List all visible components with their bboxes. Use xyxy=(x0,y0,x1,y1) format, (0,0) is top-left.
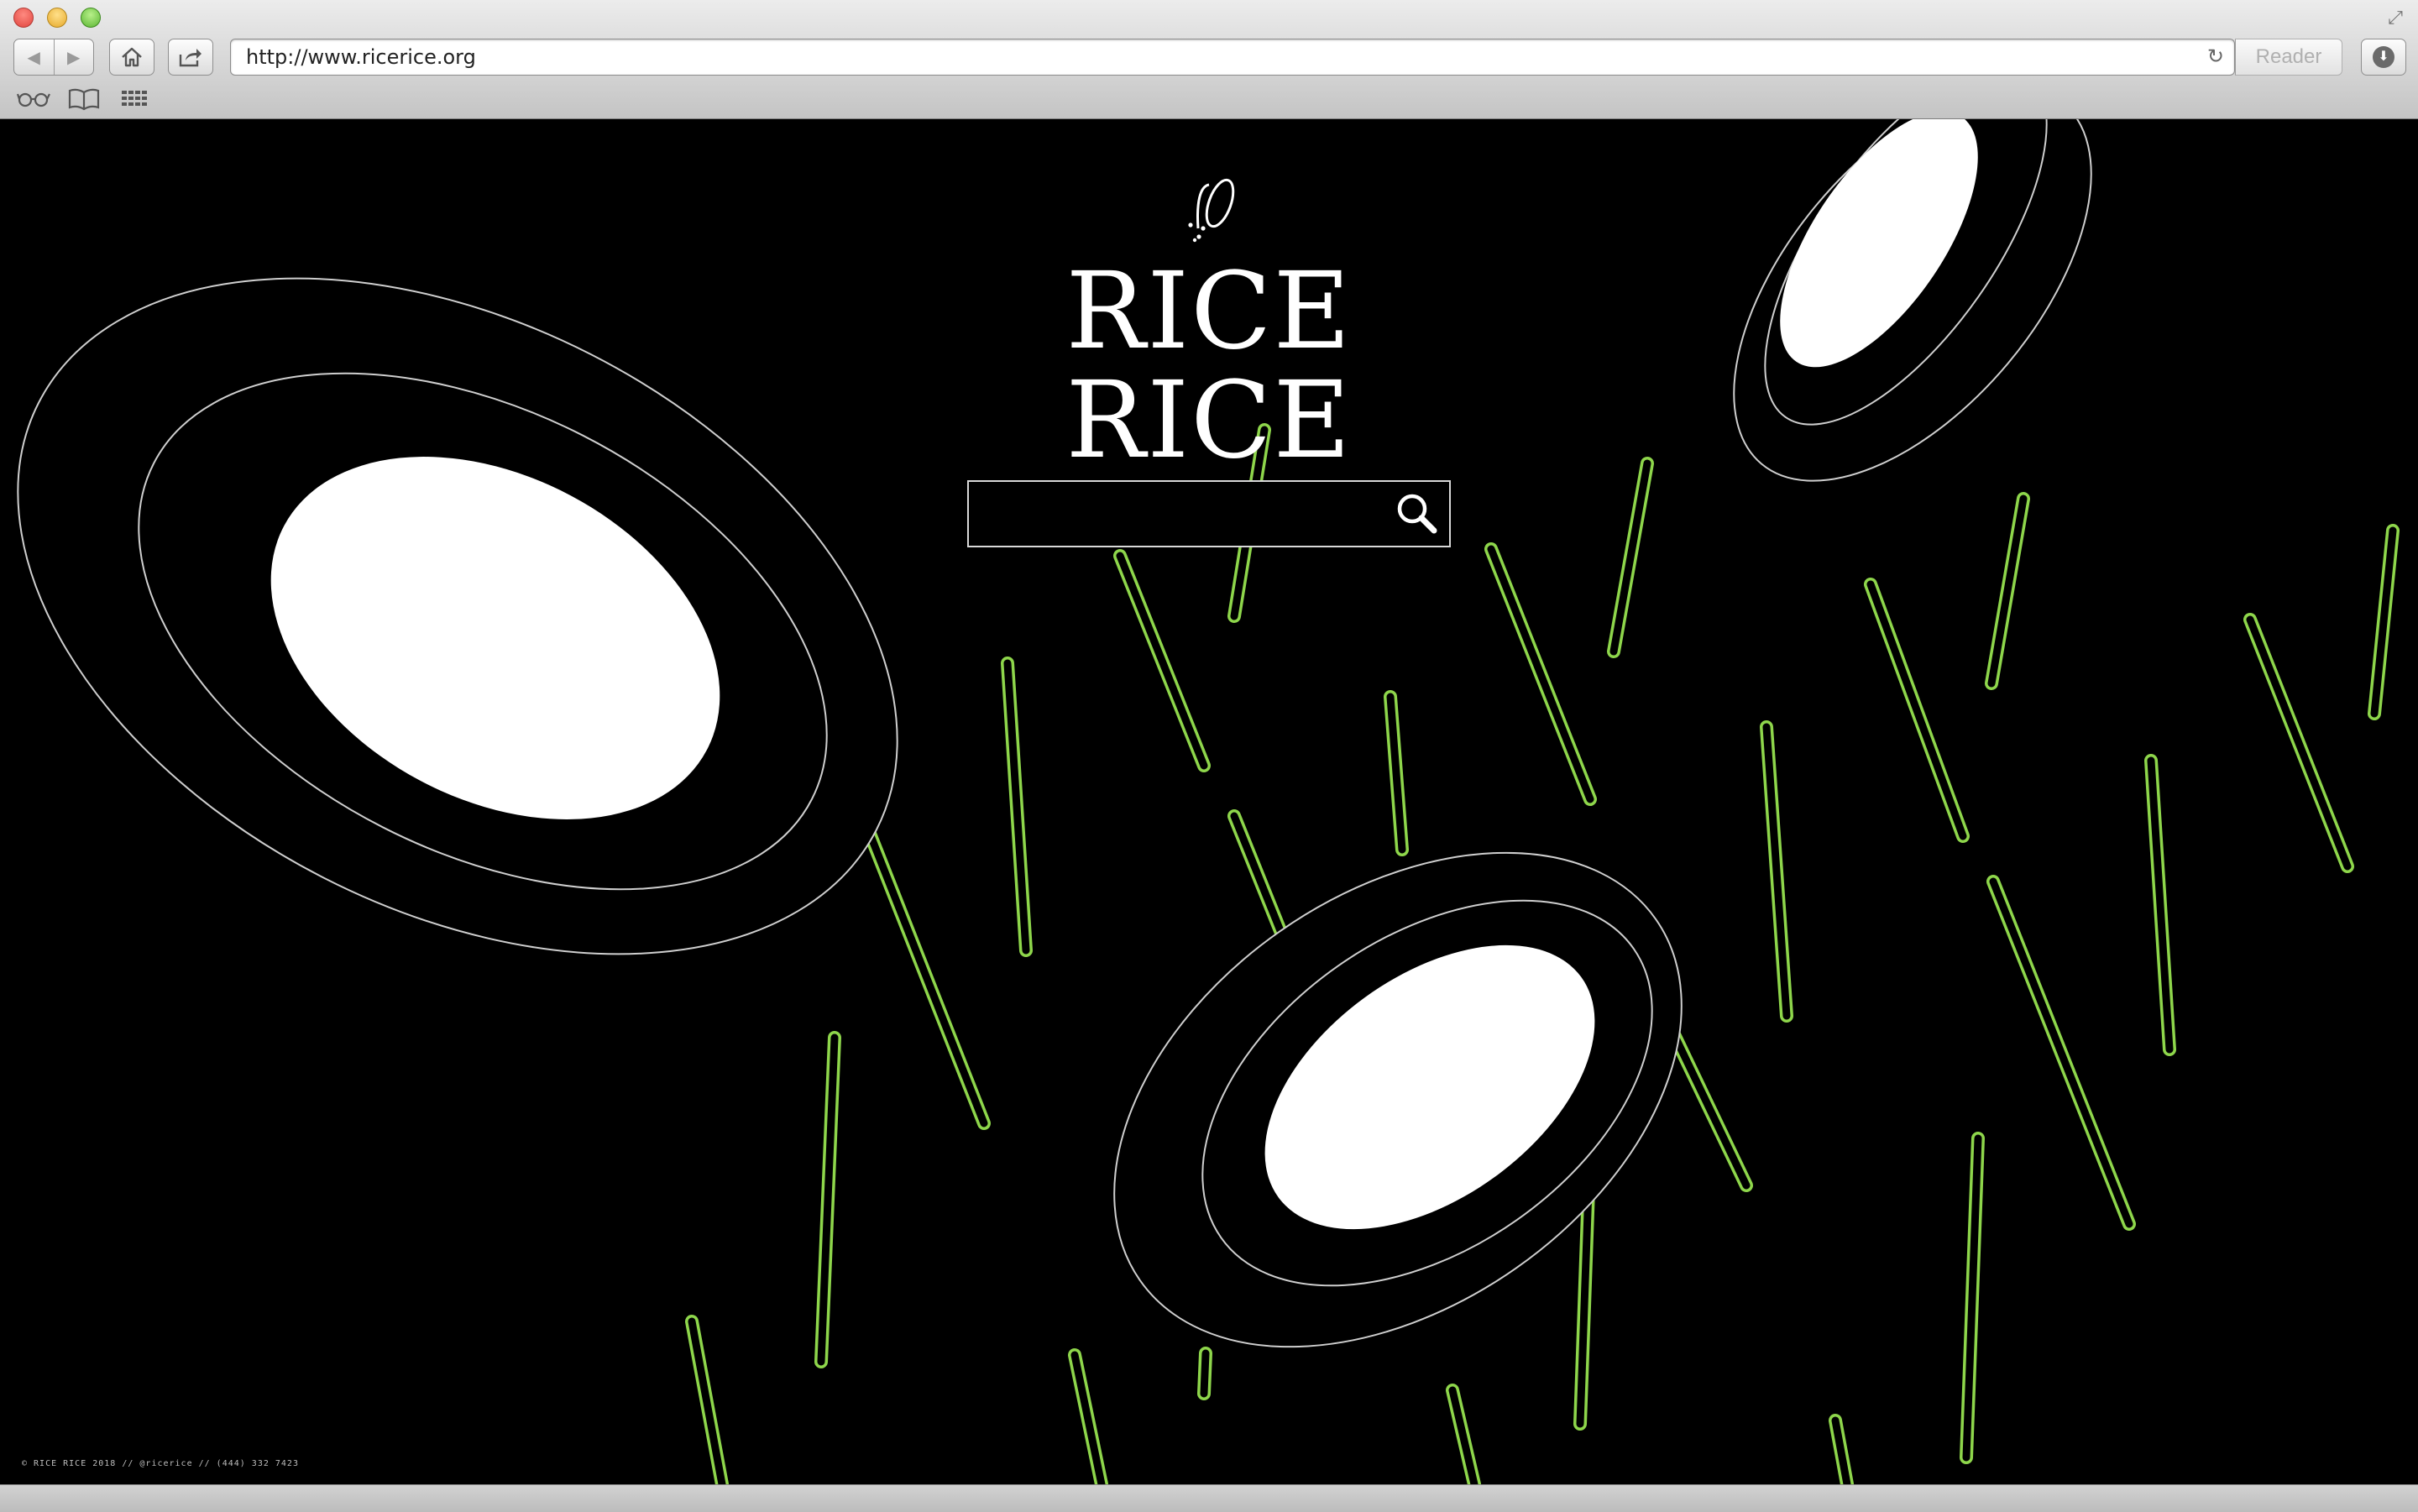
home-icon xyxy=(122,47,142,67)
home-button[interactable] xyxy=(109,39,154,76)
page-viewport: RICE RICE © RICE RICE 2018 // @ricerice … xyxy=(0,119,2418,1484)
bookmarks-icon[interactable] xyxy=(67,84,101,112)
site-header: RICE RICE xyxy=(966,170,1452,493)
address-bar[interactable]: http://www.ricerice.org ↻ xyxy=(230,39,2235,76)
search-icon[interactable] xyxy=(1390,487,1444,541)
share-button[interactable] xyxy=(168,39,213,76)
browser-status-bar xyxy=(0,1484,2418,1512)
back-forward-buttons: ◀ ▶ xyxy=(13,39,94,76)
site-title[interactable]: RICE RICE xyxy=(966,257,1452,475)
footer-text: © RICE RICE 2018 // @ricerice // (444) 3… xyxy=(22,1459,299,1468)
url-text[interactable]: http://www.ricerice.org xyxy=(246,39,476,75)
minimize-window-button[interactable] xyxy=(47,8,67,28)
back-icon[interactable]: ◀ xyxy=(14,47,54,68)
rice-grain-center xyxy=(1113,851,1683,1348)
download-icon: ⬇ xyxy=(2373,46,2394,68)
downloads-button[interactable]: ⬇ xyxy=(2361,39,2406,76)
close-window-button[interactable] xyxy=(13,8,34,28)
top-sites-icon[interactable] xyxy=(119,84,149,112)
reading-list-icon[interactable] xyxy=(17,84,50,112)
share-icon xyxy=(179,49,202,67)
rice-grain-left xyxy=(17,277,898,955)
forward-icon[interactable]: ▶ xyxy=(55,47,94,68)
rice-grain-top-right xyxy=(1733,119,2092,482)
zoom-window-button[interactable] xyxy=(81,8,101,28)
reader-button[interactable]: Reader xyxy=(2235,39,2342,76)
rice-logo-icon[interactable] xyxy=(1171,170,1247,245)
browser-toolbar: ⤢ ◀ ▶ http://www.ricerice.org ↻ Reader ⬇ xyxy=(0,0,2418,119)
reload-icon[interactable]: ↻ xyxy=(2207,39,2224,75)
search-input[interactable] xyxy=(977,487,1384,542)
fullscreen-icon[interactable]: ⤢ xyxy=(2384,7,2406,29)
search-box xyxy=(967,480,1451,547)
